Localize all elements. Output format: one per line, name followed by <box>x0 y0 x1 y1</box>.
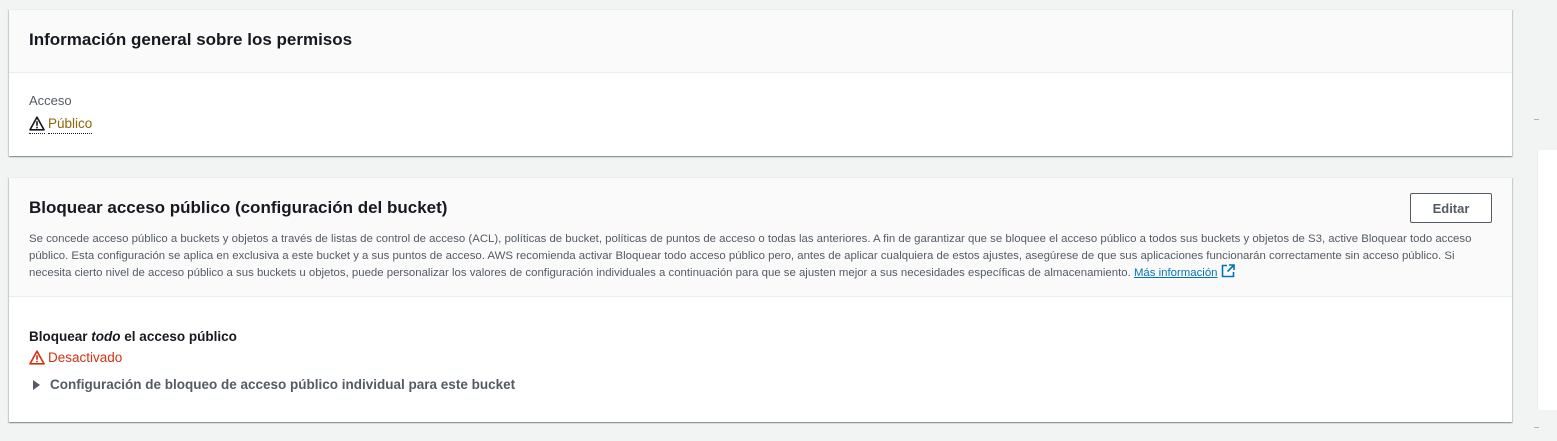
edit-button[interactable]: Editar <box>1410 193 1492 223</box>
learn-more-label: Más información <box>1133 267 1218 279</box>
permissions-overview-title: Información general sobre los permisos <box>29 30 353 49</box>
individual-settings-label: Configuración de bloqueo de acceso públi… <box>50 377 516 392</box>
scroll-tick <box>1534 427 1539 428</box>
scrollbar[interactable] <box>1537 150 1557 410</box>
block-all-emphasis: todo <box>91 329 121 344</box>
learn-more-link[interactable]: Más información <box>1134 267 1218 279</box>
block-public-access-description: Se concede acceso público a buckets y ob… <box>29 231 1494 284</box>
warning-icon <box>29 116 45 134</box>
individual-settings-expander[interactable]: Configuración de bloqueo de acceso públi… <box>31 377 515 392</box>
block-all-suffix: el acceso público <box>124 329 237 344</box>
block-public-access-title: Bloquear acceso público (configuración d… <box>29 198 448 217</box>
permissions-overview-header: Información general sobre los permisos <box>9 10 1512 73</box>
access-label: Acceso <box>29 93 72 108</box>
block-all-status-text: Desactivado <box>48 350 123 365</box>
permissions-overview-panel: Información general sobre los permisos A… <box>9 9 1512 156</box>
block-public-access-header: Bloquear acceso público (configuración d… <box>9 178 1512 297</box>
warning-icon <box>29 350 45 365</box>
description-text: Se concede acceso público a buckets y ob… <box>29 233 1472 279</box>
scroll-tick <box>1534 119 1539 120</box>
block-all-heading: Bloquear todo el acceso público <box>29 329 237 344</box>
page: Información general sobre los permisos A… <box>0 0 1557 441</box>
access-status-text: Público <box>48 116 93 134</box>
block-public-access-panel: Bloquear acceso público (configuración d… <box>9 177 1512 422</box>
external-link-icon[interactable] <box>1221 264 1235 284</box>
block-all-prefix: Bloquear <box>29 329 88 344</box>
access-status[interactable]: Público <box>29 116 93 134</box>
block-all-status: Desactivado <box>29 350 122 365</box>
caret-right-icon <box>33 379 40 390</box>
